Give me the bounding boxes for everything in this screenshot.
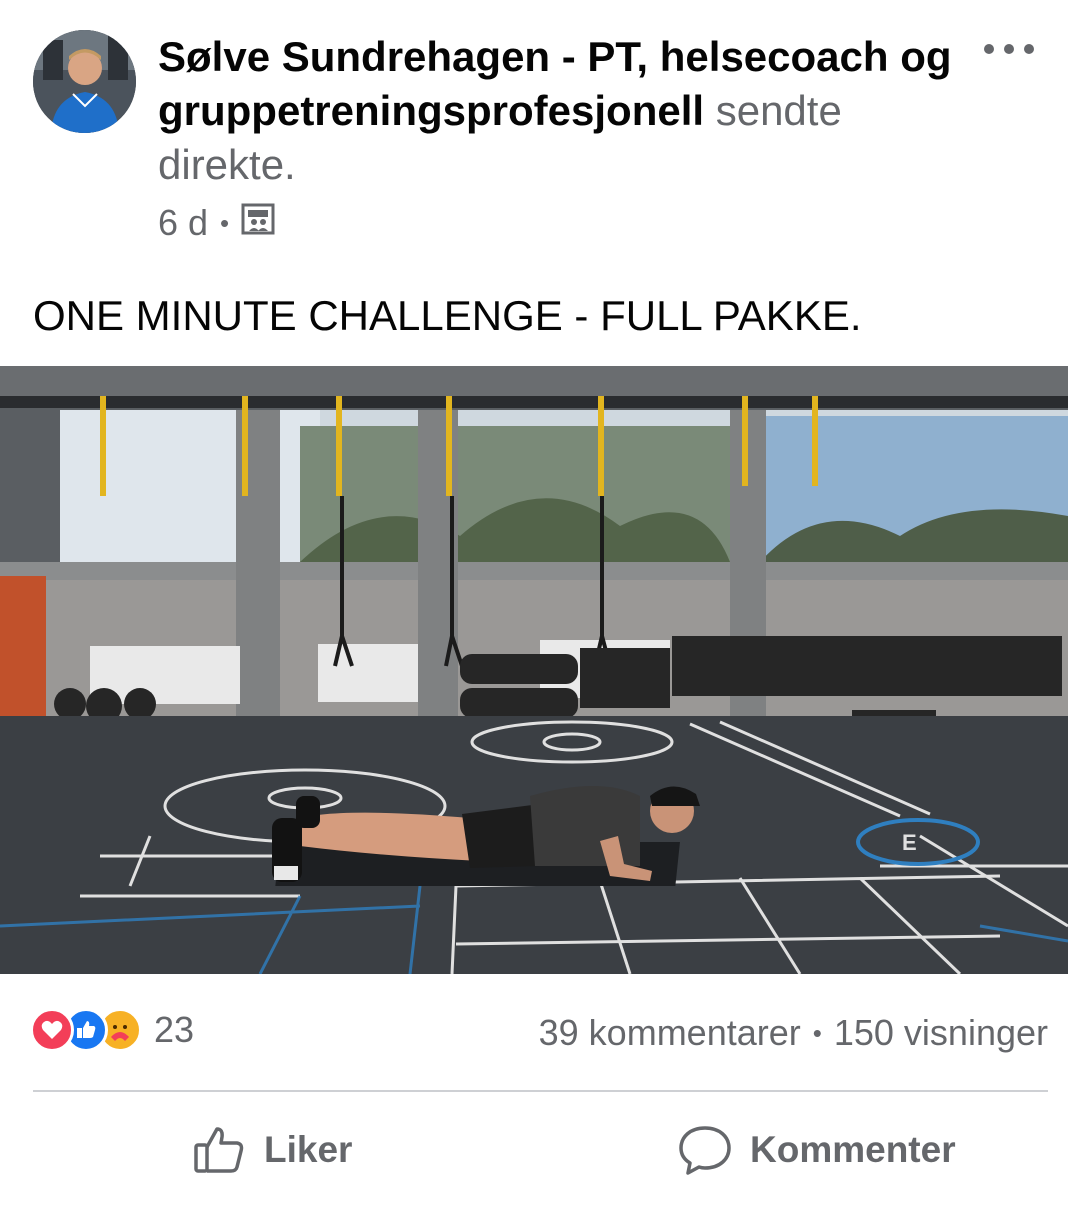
- more-dot: [984, 44, 994, 54]
- custom-audience-icon[interactable]: [241, 202, 275, 245]
- more-dot: [1024, 44, 1034, 54]
- thumbs-up-icon: [194, 1127, 244, 1173]
- gym-video-frame: E: [0, 366, 1068, 974]
- comment-button[interactable]: Kommenter: [678, 1115, 956, 1185]
- reaction-count: 23: [154, 1009, 195, 1050]
- separator-dot: •: [220, 207, 230, 238]
- svg-text:E: E: [902, 830, 917, 855]
- engagement-stats: 39 kommentarer • 150 visninger: [539, 1008, 1048, 1058]
- views-count: 150 visninger: [833, 1012, 1048, 1053]
- action-bar-divider: [33, 1090, 1048, 1092]
- love-reaction-icon: [30, 1008, 74, 1052]
- comments-count-link[interactable]: 39 kommentarer: [539, 1012, 801, 1054]
- like-button-label: Liker: [264, 1129, 353, 1170]
- comment-button-label: Kommenter: [750, 1129, 956, 1170]
- reaction-summary[interactable]: 23: [30, 1008, 194, 1052]
- post-time[interactable]: 6 d: [158, 202, 208, 244]
- separator-dot: •: [812, 1017, 822, 1048]
- author-avatar[interactable]: [33, 30, 136, 133]
- like-button[interactable]: Liker: [192, 1115, 352, 1185]
- post-header: Sølve Sundrehagen - PT, helsecoach og gr…: [158, 30, 958, 192]
- comment-bubble-icon: [679, 1126, 731, 1175]
- live-video-player[interactable]: E: [0, 366, 1068, 974]
- more-options-button[interactable]: [984, 36, 1034, 62]
- post-caption: ONE MINUTE CHALLENGE - FULL PAKKE.: [33, 292, 862, 339]
- post-meta: 6 d •: [158, 200, 275, 246]
- more-dot: [1004, 44, 1014, 54]
